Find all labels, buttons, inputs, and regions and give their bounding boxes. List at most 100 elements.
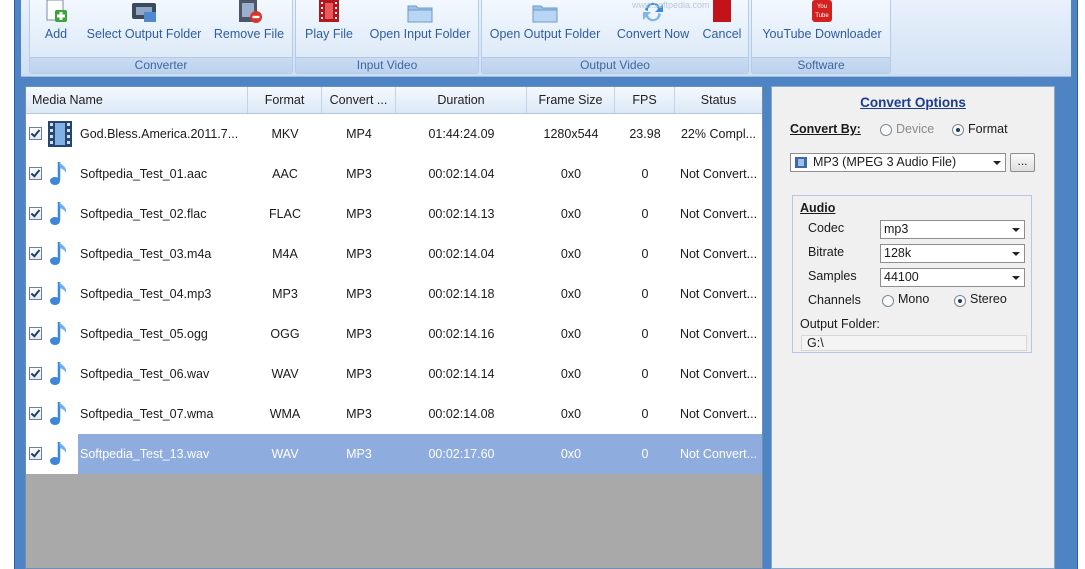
svg-text:You: You [817, 4, 827, 10]
select-output-folder-button[interactable]: Select Output Folder [84, 0, 204, 58]
cell-name: Softpedia_Test_13.wav [80, 447, 210, 461]
youtube-icon: You Tube [812, 0, 832, 22]
cell-fps: 0 [641, 207, 649, 221]
music-note-icon [50, 282, 67, 305]
cell-convert: MP4 [346, 127, 372, 141]
youtube-downloader-label: YouTube Downloader [762, 27, 882, 41]
folder-icon [407, 5, 433, 23]
cell-fps: 23.98 [629, 127, 661, 141]
media-list-panel: Media Name Format Convert ... Duration F… [25, 86, 763, 569]
app-window: Add Select Output Folder Remove File Con… [14, 0, 1078, 569]
table-row[interactable]: Softpedia_Test_07.wma WMA MP3 00:02:14.08 0x… [26, 394, 762, 434]
media-list-header: Media Name Format Convert ... Duration F… [26, 87, 762, 114]
format-radio[interactable] [952, 124, 964, 136]
group-title-output-video: Output Video [482, 57, 748, 73]
film-strip-icon [795, 157, 807, 168]
row-checkbox[interactable] [29, 287, 42, 300]
cell-name: Softpedia_Test_02.flac [80, 207, 207, 221]
open-output-folder-button[interactable]: Open Output Folder [486, 0, 604, 58]
stereo-radio[interactable] [954, 295, 966, 307]
column-fps[interactable]: FPS [615, 87, 675, 113]
codec-label: Codec [808, 221, 845, 235]
samples-select[interactable]: 44100 [880, 268, 1025, 287]
cell-duration: 00:02:14.13 [428, 207, 495, 221]
convert-now-label: Convert Now [616, 27, 690, 41]
samples-label: Samples [808, 269, 857, 283]
cell-convert: MP3 [346, 167, 372, 181]
row-checkbox[interactable] [29, 127, 42, 140]
row-checkbox[interactable] [29, 167, 42, 180]
format-select[interactable]: MP3 (MPEG 3 Audio File) [790, 153, 1006, 172]
row-checkbox[interactable] [29, 447, 42, 460]
music-note-icon [50, 202, 67, 225]
table-row[interactable]: Softpedia_Test_04.mp3 MP3 MP3 00:02:14.18 0x… [26, 274, 762, 314]
cell-name: God.Bless.America.2011.7... [80, 127, 239, 141]
open-input-folder-button[interactable]: Open Input Folder [364, 0, 476, 58]
table-row[interactable]: Softpedia_Test_13.wav WAV MP3 00:02:17.60 0x… [26, 434, 762, 474]
device-radio-label: Device [896, 122, 935, 136]
cell-frame: 0x0 [560, 447, 582, 461]
music-note-icon [50, 322, 67, 345]
add-file-icon [46, 0, 67, 22]
table-row[interactable]: Softpedia_Test_01.aac AAC MP3 00:02:14.04 0x… [26, 154, 762, 194]
row-checkbox[interactable] [29, 327, 42, 340]
cell-fps: 0 [641, 447, 649, 461]
column-status[interactable]: Status [675, 87, 762, 113]
cell-frame: 1280x544 [543, 127, 599, 141]
table-row[interactable]: God.Bless.America.2011.7... MKV MP4 01:44:2… [26, 114, 762, 154]
output-folder-icon [132, 3, 156, 22]
film-strip-icon [48, 121, 72, 147]
table-row[interactable]: Softpedia_Test_03.m4a M4A MP3 00:02:14.04 0x… [26, 234, 762, 274]
chevron-down-icon [1012, 228, 1020, 232]
table-row[interactable]: Softpedia_Test_02.flac FLAC MP3 00:02:14.13… [26, 194, 762, 234]
table-row[interactable]: Softpedia_Test_06.wav WAV MP3 00:02:14.14 0x… [26, 354, 762, 394]
channels-label: Channels [808, 293, 861, 307]
output-folder-field[interactable]: G:\ [801, 335, 1027, 351]
cell-convert: MP3 [346, 447, 372, 461]
group-title-converter: Converter [30, 57, 292, 73]
table-row[interactable]: Softpedia_Test_05.ogg OGG MP3 00:02:14.16 0x… [26, 314, 762, 354]
cell-duration: 00:02:14.04 [428, 167, 495, 181]
remove-file-button[interactable]: Remove File [210, 0, 288, 58]
cell-frame: 0x0 [560, 207, 582, 221]
row-checkbox[interactable] [29, 367, 42, 380]
device-radio[interactable] [880, 124, 892, 136]
row-checkbox[interactable] [29, 247, 42, 260]
cell-fps: 0 [641, 327, 649, 341]
cell-duration: 00:02:14.08 [428, 407, 495, 421]
cell-format: AAC [272, 167, 298, 181]
cell-fps: 0 [641, 167, 649, 181]
cell-fps: 0 [641, 407, 649, 421]
column-frame-size[interactable]: Frame Size [527, 87, 615, 113]
codec-select[interactable]: mp3 [880, 220, 1025, 239]
svg-text:Tube: Tube [815, 13, 829, 19]
row-checkbox[interactable] [29, 207, 42, 220]
column-media-name[interactable]: Media Name [26, 87, 248, 113]
cell-duration: 01:44:24.09 [428, 127, 495, 141]
column-convert[interactable]: Convert ... [322, 87, 396, 113]
play-file-button[interactable]: Play File [300, 0, 358, 58]
youtube-downloader-button[interactable]: You Tube YouTube Downloader [756, 0, 888, 58]
row-checkbox[interactable] [29, 407, 42, 420]
column-format[interactable]: Format [248, 87, 322, 113]
cell-status: Not Convert... [679, 167, 758, 181]
group-software: You Tube YouTube Downloader Software [751, 0, 891, 74]
cell-convert: MP3 [346, 367, 372, 381]
browse-format-button[interactable]: ... [1010, 153, 1035, 172]
group-title-input-video: Input Video [296, 57, 478, 73]
cell-duration: 00:02:14.18 [428, 287, 495, 301]
ribbon-toolbar: Add Select Output Folder Remove File Con… [21, 0, 1071, 77]
cell-fps: 0 [641, 367, 649, 381]
add-button[interactable]: Add [36, 0, 76, 58]
cell-convert: MP3 [346, 287, 372, 301]
chevron-down-icon [1012, 252, 1020, 256]
cell-duration: 00:02:14.16 [428, 327, 495, 341]
cancel-icon [713, 0, 731, 22]
mono-radio[interactable] [882, 295, 894, 307]
cell-frame: 0x0 [560, 407, 582, 421]
bitrate-select[interactable]: 128k [880, 244, 1025, 263]
cell-name: Softpedia_Test_03.m4a [80, 247, 212, 261]
cell-format: MKV [271, 127, 299, 141]
cell-format: WAV [271, 447, 299, 461]
column-duration[interactable]: Duration [396, 87, 527, 113]
